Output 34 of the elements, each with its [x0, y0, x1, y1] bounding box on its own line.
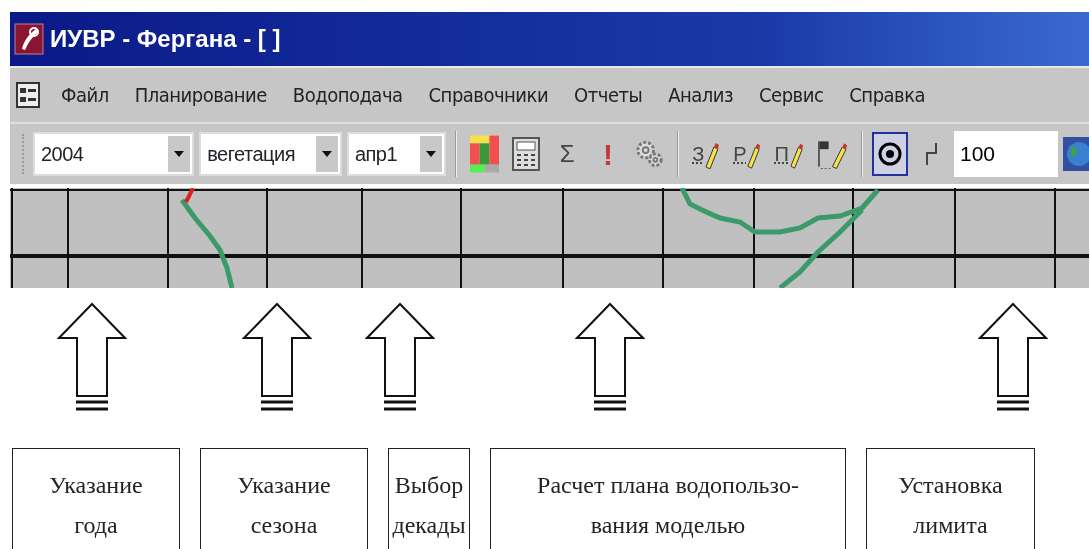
globe-icon	[1063, 137, 1089, 171]
annotation-label: Расчет плана водопользо- вания моделью	[490, 448, 846, 549]
menu-item[interactable]: Файл	[48, 80, 122, 110]
menu-item[interactable]: Планирование	[121, 80, 280, 110]
color-grid-icon	[470, 135, 500, 173]
gears-icon	[635, 139, 665, 169]
app-icon	[14, 23, 44, 55]
caret-icon	[426, 151, 437, 157]
document-menu-icon[interactable]	[16, 82, 40, 108]
toolbar-button[interactable]: З	[688, 132, 725, 176]
menu-item[interactable]: Справочники	[415, 80, 562, 110]
season-dropdown[interactable]: вегетация	[199, 132, 342, 176]
annotation-label: Указание года	[12, 448, 180, 549]
annotation-label: Указание сезона	[200, 448, 368, 549]
menu-item[interactable]: Справка	[836, 80, 939, 110]
corner-line-icon	[924, 141, 938, 167]
menu-item[interactable]: Водоподача	[279, 80, 416, 110]
caret-icon	[174, 151, 185, 157]
window-title: ИУВР - Фергана - [ ]	[50, 24, 281, 54]
menu-item[interactable]: Отчеты	[561, 80, 656, 110]
limit-field[interactable]: 100	[954, 131, 1058, 177]
toolbar-button[interactable]	[872, 132, 908, 176]
caret-icon	[321, 151, 332, 157]
menu-item[interactable]: Сервис	[746, 80, 837, 110]
decade-dropdown[interactable]: апр1	[346, 132, 447, 176]
toolbar-button[interactable]: Σ	[549, 132, 586, 176]
target-icon	[877, 141, 903, 167]
toolbar-button[interactable]: П	[770, 132, 808, 176]
calculator-icon	[512, 137, 541, 171]
annotation-label: Установка лимита	[866, 448, 1035, 549]
menu-item[interactable]: Анализ	[655, 80, 747, 110]
annotation-label: Выбор декады	[388, 448, 470, 549]
year-dropdown[interactable]: 2004	[32, 132, 195, 176]
toolbar-button[interactable]: Р	[729, 132, 766, 176]
